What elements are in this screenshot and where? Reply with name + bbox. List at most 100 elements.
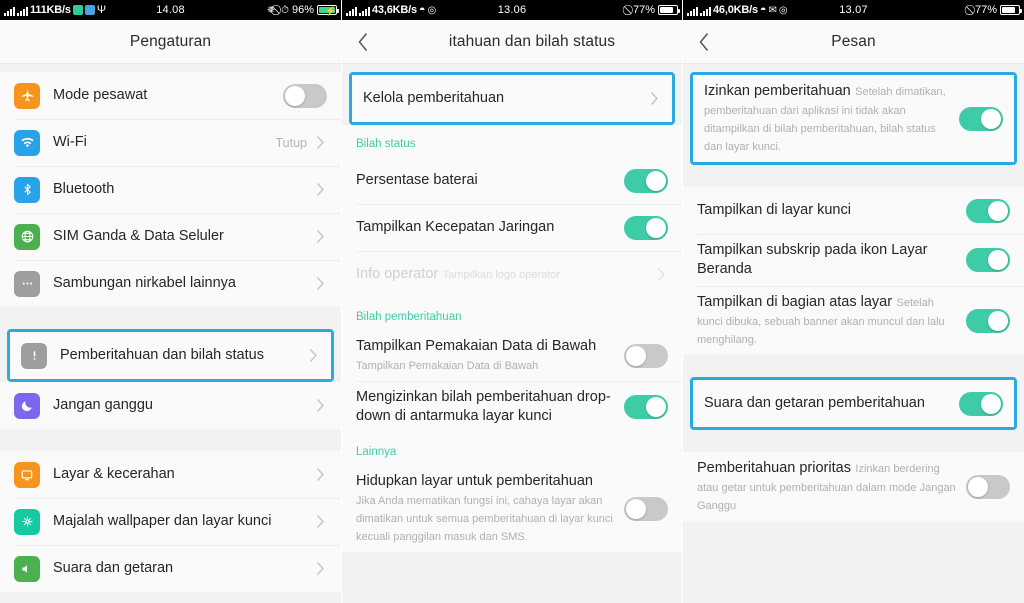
whatsapp-icon: ✉	[768, 4, 777, 16]
section-others: Lainnya Hidupkan layar untuk pemberitahu…	[342, 433, 682, 552]
network-speed: 111KB/s	[30, 4, 71, 16]
app-header: itahuan dan bilah status	[342, 20, 682, 64]
show-badge-toggle[interactable]	[966, 248, 1010, 272]
section-header-notification-bar: Bilah pemberitahuan	[342, 298, 682, 330]
sidebar-item-wifi[interactable]: Wi-Fi Tutup	[0, 119, 341, 166]
status-bar: 111KB/s Ψ 14.08 ✵ ⃠ ⏱ 96% ⚡	[0, 0, 341, 20]
highlight-sound-and-vibration: Suara dan getaran pemberitahuan	[690, 377, 1017, 430]
network-speed: 43,6KB/s	[372, 4, 417, 16]
show-badge-row[interactable]: Tampilkan subskrip pada ikon Layar Beran…	[683, 234, 1024, 286]
sidebar-item-other-wireless[interactable]: Sambungan nirkabel lainnya	[0, 260, 341, 307]
show-data-usage-row[interactable]: Tampilkan Pemakaian Data di Bawah Tampil…	[342, 330, 682, 381]
moon-icon	[14, 392, 40, 419]
network-speed-row[interactable]: Tampilkan Kecepatan Jaringan	[342, 204, 682, 251]
row-sublabel: Tampilkan Pemakaian Data di Bawah	[356, 360, 539, 372]
sidebar-item-sound-and-vibration[interactable]: Suara dan getaran	[0, 545, 341, 592]
settings-list[interactable]: Mode pesawat Wi-Fi Tutup Bluetooth SIM G…	[0, 64, 341, 603]
sidebar-item-label: Pemberitahuan dan bilah status	[60, 347, 264, 363]
sidebar-item-airplane-mode[interactable]: Mode pesawat	[0, 72, 341, 119]
panel-notifications-and-status-bar: 43,6KB/s ◓ ◎ 13.06 ⃠ 77% itahuan dan bil…	[341, 0, 683, 603]
row-label: Tampilkan di bagian atas layar	[697, 294, 893, 310]
show-on-lockscreen-row[interactable]: Tampilkan di layar kunci	[683, 187, 1024, 234]
bluetooth-icon: ✵	[266, 4, 276, 16]
network-speed-toggle[interactable]	[624, 215, 668, 240]
chevron-right-icon	[313, 514, 327, 529]
allow-notifications-row[interactable]: Izinkan pemberitahuan Setelah dimatikan,…	[693, 75, 1014, 162]
sound-and-vibration-row[interactable]: Suara dan getaran pemberitahuan	[693, 380, 1014, 427]
sidebar-item-display-brightness[interactable]: Layar & kecerahan	[0, 451, 341, 498]
battery-icon: ⚡	[317, 5, 339, 16]
priority-group: Pemberitahuan prioritas Izinkan berderin…	[683, 452, 1024, 521]
sound-and-vibration-toggle[interactable]	[959, 391, 1003, 416]
priority-notifications-row[interactable]: Pemberitahuan prioritas Izinkan berderin…	[683, 452, 1024, 521]
network-speed: 46,0KB/s	[713, 4, 758, 16]
chevron-right-icon	[306, 348, 320, 363]
status-bar-left: 111KB/s Ψ	[4, 4, 106, 16]
wifi-icon	[14, 129, 40, 156]
target-icon: ◎	[778, 4, 788, 16]
signal-icon	[687, 5, 698, 16]
sidebar-item-label: Suara dan getaran	[53, 560, 174, 576]
status-bar-left: 43,6KB/s ◓ ◎	[346, 4, 436, 16]
three-panel-screenshot: 111KB/s Ψ 14.08 ✵ ⃠ ⏱ 96% ⚡ Pengaturan	[0, 0, 1024, 603]
show-data-usage-toggle[interactable]	[624, 343, 668, 368]
page-title: Pesan	[831, 32, 876, 50]
sidebar-item-notifications-and-status-bar[interactable]: Pemberitahuan dan bilah status	[10, 332, 331, 379]
row-sublabel: Jika Anda mematikan fungsi ini, cahaya l…	[356, 495, 613, 543]
row-label: Izinkan pemberitahuan	[704, 83, 851, 99]
signal-icon	[700, 5, 711, 16]
sidebar-item-do-not-disturb[interactable]: Jangan ganggu	[0, 382, 341, 429]
sidebar-item-label: Majalah wallpaper dan layar kunci	[53, 513, 272, 529]
row-label: Tampilkan subskrip pada ikon Layar Beran…	[697, 242, 928, 277]
operator-info-row: Info operator Tampilkan logo operator	[342, 251, 682, 298]
chevron-right-icon	[654, 267, 668, 282]
show-banner-row[interactable]: Tampilkan di bagian atas layar Setelah k…	[683, 286, 1024, 355]
wifi-icon: ◓	[759, 4, 767, 16]
show-on-lockscreen-toggle[interactable]	[966, 198, 1010, 223]
airplane-icon	[14, 82, 40, 109]
app-notification-settings-list[interactable]: Izinkan pemberitahuan Setelah dimatikan,…	[683, 64, 1024, 603]
battery-percent: 77%	[632, 4, 655, 16]
battery-percent: 77%	[974, 4, 997, 16]
sidebar-item-sim-and-mobile-data[interactable]: SIM Ganda & Data Seluler	[0, 213, 341, 260]
wake-screen-toggle[interactable]	[624, 496, 668, 521]
status-bar-right: ✵ ⃠ ⏱ 96% ⚡	[266, 4, 339, 16]
alarm-icon: ⏱	[281, 4, 289, 16]
sidebar-item-label: Bluetooth	[53, 181, 115, 197]
row-label: Hidupkan layar untuk pemberitahuan	[356, 473, 593, 489]
highlight-manage-notifications: Kelola pemberitahuan	[349, 72, 675, 125]
section-header-status-bar: Bilah status	[342, 125, 682, 157]
section-status-bar: Bilah status Persentase baterai Tampilka…	[342, 125, 682, 298]
row-label: Info operator	[356, 266, 439, 282]
lockscreen-dropdown-toggle[interactable]	[624, 395, 668, 419]
wifi-icon: ◓	[418, 4, 426, 16]
display-options-group: Tampilkan di layar kunci Tampilkan subsk…	[683, 187, 1024, 355]
sidebar-item-label: SIM Ganda & Data Seluler	[53, 228, 224, 244]
show-banner-toggle[interactable]	[966, 308, 1010, 333]
allow-notifications-toggle[interactable]	[959, 106, 1003, 131]
sidebar-item-bluetooth[interactable]: Bluetooth	[0, 166, 341, 213]
globe-icon	[14, 223, 40, 250]
chevron-right-icon	[313, 229, 327, 244]
manage-notifications-item[interactable]: Kelola pemberitahuan	[352, 75, 672, 122]
lockscreen-dropdown-row[interactable]: Mengizinkan bilah pemberitahuan drop-dow…	[342, 381, 682, 433]
wake-screen-row[interactable]: Hidupkan layar untuk pemberitahuan Jika …	[342, 465, 682, 552]
signal-icon	[4, 5, 15, 16]
highlight-notifications-and-status-bar: Pemberitahuan dan bilah status	[7, 329, 334, 382]
row-label: Pemberitahuan prioritas	[697, 460, 851, 476]
priority-notifications-toggle[interactable]	[966, 474, 1010, 499]
app-badge-green-icon	[72, 5, 83, 15]
sidebar-item-wallpaper-magazine[interactable]: Majalah wallpaper dan layar kunci	[0, 498, 341, 545]
airplane-mode-toggle[interactable]	[283, 83, 327, 108]
back-button[interactable]	[342, 20, 384, 64]
sidebar-item-label: Mode pesawat	[53, 87, 148, 103]
battery-percentage-row[interactable]: Persentase baterai	[342, 157, 682, 204]
notification-settings-list[interactable]: Kelola pemberitahuan Bilah status Persen…	[342, 64, 682, 603]
panel-settings: 111KB/s Ψ 14.08 ✵ ⃠ ⏱ 96% ⚡ Pengaturan	[0, 0, 341, 603]
highlight-allow-notifications: Izinkan pemberitahuan Setelah dimatikan,…	[690, 72, 1017, 165]
back-button[interactable]	[683, 20, 725, 64]
manage-notifications-label: Kelola pemberitahuan	[363, 90, 505, 106]
status-bar: 43,6KB/s ◓ ◎ 13.06 ⃠ 77%	[342, 0, 682, 20]
battery-percentage-toggle[interactable]	[624, 168, 668, 193]
battery-icon	[658, 5, 680, 15]
